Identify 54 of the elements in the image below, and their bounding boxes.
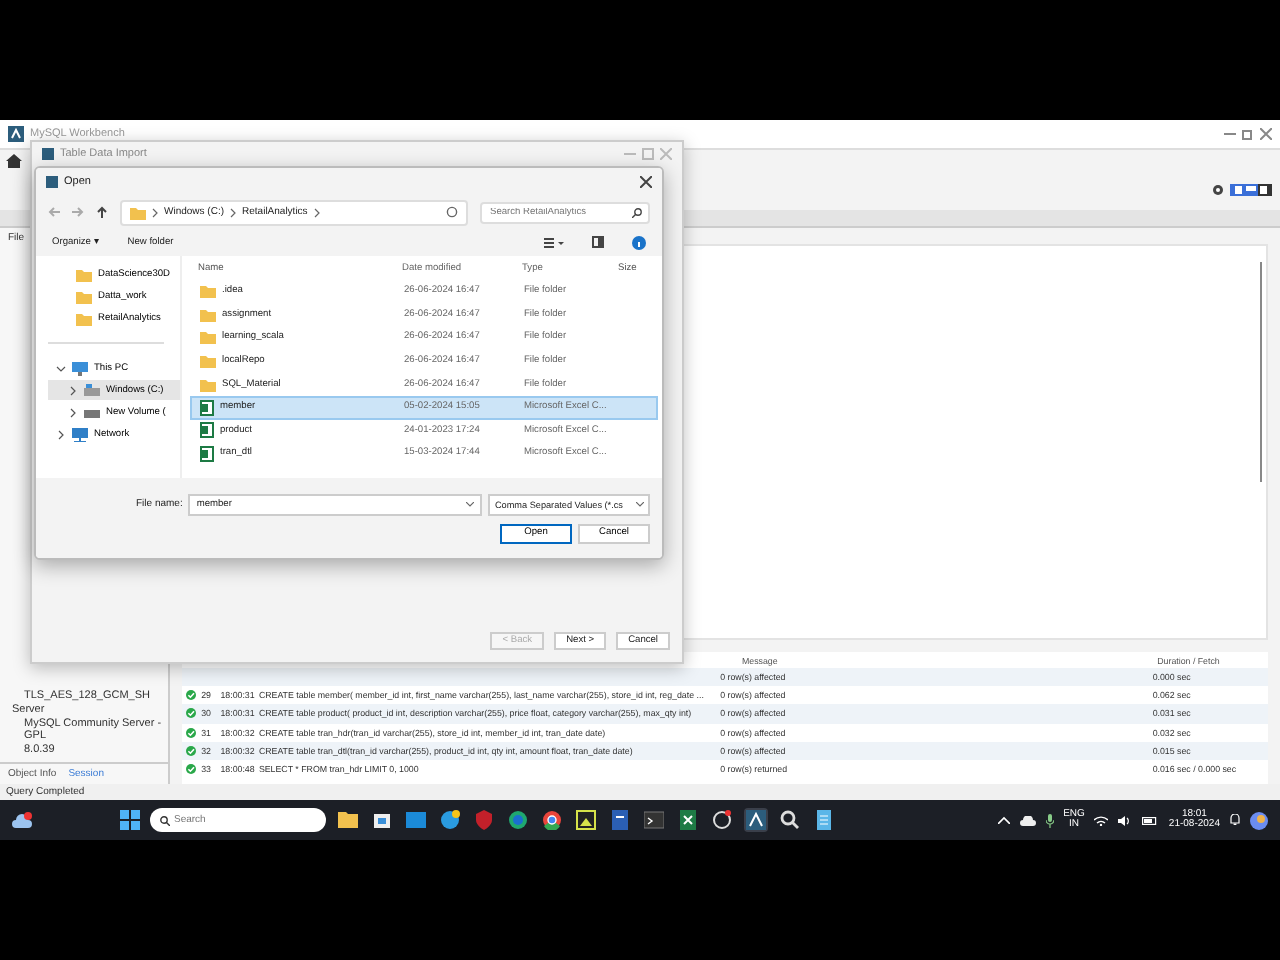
output-toggle-icon[interactable] <box>1244 184 1258 196</box>
drive-icon <box>84 384 100 396</box>
restore-icon[interactable] <box>1242 128 1254 140</box>
spreadsheet-icon[interactable] <box>678 810 698 830</box>
app-logo-icon <box>42 148 54 160</box>
speaker-icon[interactable] <box>1118 815 1133 825</box>
browser-icon[interactable] <box>542 810 562 830</box>
close-icon[interactable] <box>640 176 652 188</box>
weather-icon[interactable] <box>12 812 32 828</box>
start-icon[interactable] <box>120 810 140 830</box>
cloud-icon[interactable] <box>1019 815 1036 825</box>
caret-icon <box>636 501 644 507</box>
chevron-right-icon <box>313 207 320 217</box>
chevron-right-icon <box>230 207 237 217</box>
chevron-down-icon <box>56 365 66 371</box>
refresh-icon[interactable] <box>446 206 458 218</box>
picture-icon[interactable] <box>576 810 596 830</box>
chevron-right-icon <box>152 207 158 217</box>
panel-toggle-icon[interactable] <box>1258 184 1272 196</box>
chevron-up-icon[interactable] <box>997 816 1010 824</box>
drive-icon <box>84 406 100 418</box>
notepad-icon[interactable] <box>814 810 834 830</box>
minimize-icon[interactable] <box>1224 128 1236 140</box>
home-icon[interactable] <box>6 153 22 167</box>
caret-icon <box>466 501 475 507</box>
wifi-icon[interactable] <box>1094 815 1109 825</box>
sidebar-toggle-icon[interactable] <box>1230 184 1244 196</box>
preview-pane-icon[interactable] <box>592 236 604 248</box>
copilot-icon[interactable] <box>1250 811 1268 829</box>
notification-bell-icon[interactable] <box>1230 814 1240 826</box>
chevron-right-icon <box>70 407 76 417</box>
success-check-icon <box>186 745 197 756</box>
app-logo-icon <box>46 176 58 188</box>
chevron-right-icon <box>58 429 64 439</box>
terminal-icon[interactable] <box>644 810 664 830</box>
shield-icon[interactable] <box>474 810 494 830</box>
folder-icon <box>130 205 146 219</box>
browser-icon[interactable] <box>440 810 460 830</box>
chevron-right-icon <box>70 385 76 395</box>
app-logo-icon <box>8 126 24 142</box>
success-check-icon <box>186 708 197 719</box>
microphone-icon[interactable] <box>1045 813 1054 827</box>
help-icon[interactable] <box>632 235 646 249</box>
battery-icon[interactable] <box>1142 815 1159 825</box>
view-menu-icon[interactable] <box>544 237 564 247</box>
gear-icon[interactable] <box>1212 184 1224 196</box>
search-icon <box>632 207 642 217</box>
folder-icon[interactable] <box>338 810 358 830</box>
up-arrow-icon[interactable] <box>96 206 108 218</box>
document-icon[interactable] <box>610 810 630 830</box>
monitor-icon <box>72 361 88 375</box>
search-icon <box>160 815 170 825</box>
magnifier-icon[interactable] <box>780 810 800 830</box>
network-icon <box>72 427 88 441</box>
